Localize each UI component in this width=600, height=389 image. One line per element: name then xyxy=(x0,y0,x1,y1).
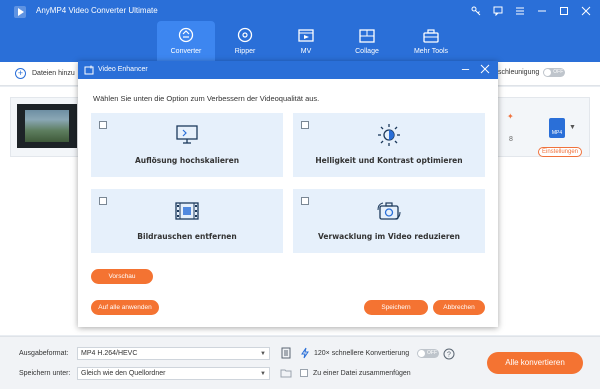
camera-stabilize-icon xyxy=(377,199,401,223)
main-tabs: Converter Ripper MV Collage Mehr Tools xyxy=(157,21,465,62)
minimize-icon[interactable] xyxy=(461,65,470,74)
app-title: AnyMP4 Video Converter Ultimate xyxy=(36,6,158,15)
tab-converter[interactable]: Converter xyxy=(157,21,215,62)
convert-icon xyxy=(178,27,194,43)
save-to-label: Speichern unter: xyxy=(19,370,71,377)
window-controls xyxy=(470,5,592,17)
option-brightness-contrast[interactable]: Helligkeit und Kontrast optimieren xyxy=(293,113,485,177)
option-label: Bildrauschen entfernen xyxy=(137,232,237,241)
folder-icon[interactable] xyxy=(280,367,292,379)
minimize-icon[interactable] xyxy=(536,5,548,17)
maximize-icon[interactable] xyxy=(558,5,570,17)
apply-to-all-button[interactable]: Auf alle anwenden xyxy=(91,300,159,315)
tab-label: Collage xyxy=(355,48,379,55)
dialog-title: Video Enhancer xyxy=(98,66,148,73)
option-reduce-shake[interactable]: Verwacklung im Video reduzieren xyxy=(293,189,485,253)
brightness-icon xyxy=(377,123,401,147)
plus-icon: + xyxy=(15,68,26,79)
convert-all-button[interactable]: Alle konvertieren xyxy=(487,352,583,374)
merge-label: Zu einer Datei zusammenfügen xyxy=(313,370,411,377)
thumbnail-image xyxy=(25,110,69,142)
option-label: Verwacklung im Video reduzieren xyxy=(318,232,460,241)
toolbox-icon xyxy=(423,29,439,43)
svg-text:?: ? xyxy=(447,352,451,359)
dialog-title-bar: Video Enhancer xyxy=(78,61,498,79)
tab-more-tools[interactable]: Mehr Tools xyxy=(399,21,463,62)
save-button[interactable]: Speichern xyxy=(364,300,428,315)
help-icon[interactable]: ? xyxy=(443,348,455,360)
save-to-select[interactable]: Gleich wie den Quellordner ▼ xyxy=(77,367,270,380)
option-denoise[interactable]: Bildrauschen entfernen xyxy=(91,189,283,253)
add-files-label: Dateien hinzu xyxy=(32,70,75,77)
chevron-down-icon: ▼ xyxy=(260,351,266,357)
film-icon xyxy=(175,199,199,223)
chevron-down-icon[interactable]: ▼ xyxy=(569,124,576,131)
dialog-instruction: Wählen Sie unten die Option zum Verbesse… xyxy=(93,94,320,103)
toggle-state: OFF xyxy=(427,350,437,356)
edit-marker-icon: ✦ xyxy=(507,112,514,121)
cancel-button[interactable]: Abbrechen xyxy=(433,300,485,315)
reduce-shake-checkbox[interactable] xyxy=(301,197,309,205)
acceleration-toggle[interactable]: OFF xyxy=(543,68,566,77)
speed-toggle[interactable]: OFF xyxy=(417,349,439,358)
video-thumbnail[interactable] xyxy=(17,104,77,148)
chevron-down-icon: ▼ xyxy=(260,371,266,377)
settings-button[interactable]: Einstellungen xyxy=(538,147,582,157)
disc-icon xyxy=(237,27,253,43)
output-format-select[interactable]: MP4 H.264/HEVC ▼ xyxy=(77,347,270,360)
document-settings-icon[interactable] xyxy=(280,347,292,359)
denoise-checkbox[interactable] xyxy=(99,197,107,205)
video-enhancer-dialog: Video Enhancer Wählen Sie unten die Opti… xyxy=(78,61,498,327)
option-label: Auflösung hochskalieren xyxy=(134,156,240,165)
output-format-value: MP4 H.264/HEVC xyxy=(81,350,138,357)
tab-collage[interactable]: Collage xyxy=(337,21,397,62)
format-badge[interactable]: MP4 xyxy=(549,118,565,138)
collage-icon xyxy=(359,29,375,43)
app-header: AnyMP4 Video Converter Ultimate Converte… xyxy=(0,0,600,62)
tab-label: Converter xyxy=(170,48,202,55)
lightning-icon xyxy=(301,347,309,359)
enhance-icon xyxy=(84,65,94,75)
output-format-label: Ausgabeformat: xyxy=(19,350,69,357)
app-logo xyxy=(14,6,26,18)
tab-ripper[interactable]: Ripper xyxy=(217,21,273,62)
acceleration-label: schleunigung xyxy=(498,69,540,76)
mv-icon xyxy=(298,29,314,42)
brightness-checkbox[interactable] xyxy=(301,121,309,129)
key-icon[interactable] xyxy=(470,5,482,17)
close-icon[interactable] xyxy=(580,5,592,17)
acceleration-setting: schleunigung OFF xyxy=(498,68,566,77)
bottom-bar: Ausgabeformat: MP4 H.264/HEVC ▼ 120× sch… xyxy=(0,336,600,389)
tab-mv[interactable]: MV xyxy=(277,21,335,62)
row-value: 8 xyxy=(509,136,513,143)
feedback-icon[interactable] xyxy=(492,5,504,17)
monitor-icon xyxy=(175,123,199,147)
toggle-state: OFF xyxy=(553,69,564,75)
merge-checkbox[interactable] xyxy=(300,369,308,377)
tab-label: Mehr Tools xyxy=(413,48,449,55)
preview-button[interactable]: Vorschau xyxy=(91,269,153,284)
save-to-value: Gleich wie den Quellordner xyxy=(81,370,166,377)
option-upscale-resolution[interactable]: Auflösung hochskalieren xyxy=(91,113,283,177)
add-files-button[interactable]: + Dateien hinzu xyxy=(15,68,75,79)
tab-label: Ripper xyxy=(234,48,256,55)
close-icon[interactable] xyxy=(480,64,490,74)
menu-icon[interactable] xyxy=(514,5,526,17)
upscale-checkbox[interactable] xyxy=(99,121,107,129)
tab-label: MV xyxy=(300,48,312,55)
speed-text: 120× schnellere Konvertierung xyxy=(314,350,410,357)
option-label: Helligkeit und Kontrast optimieren xyxy=(315,156,463,165)
